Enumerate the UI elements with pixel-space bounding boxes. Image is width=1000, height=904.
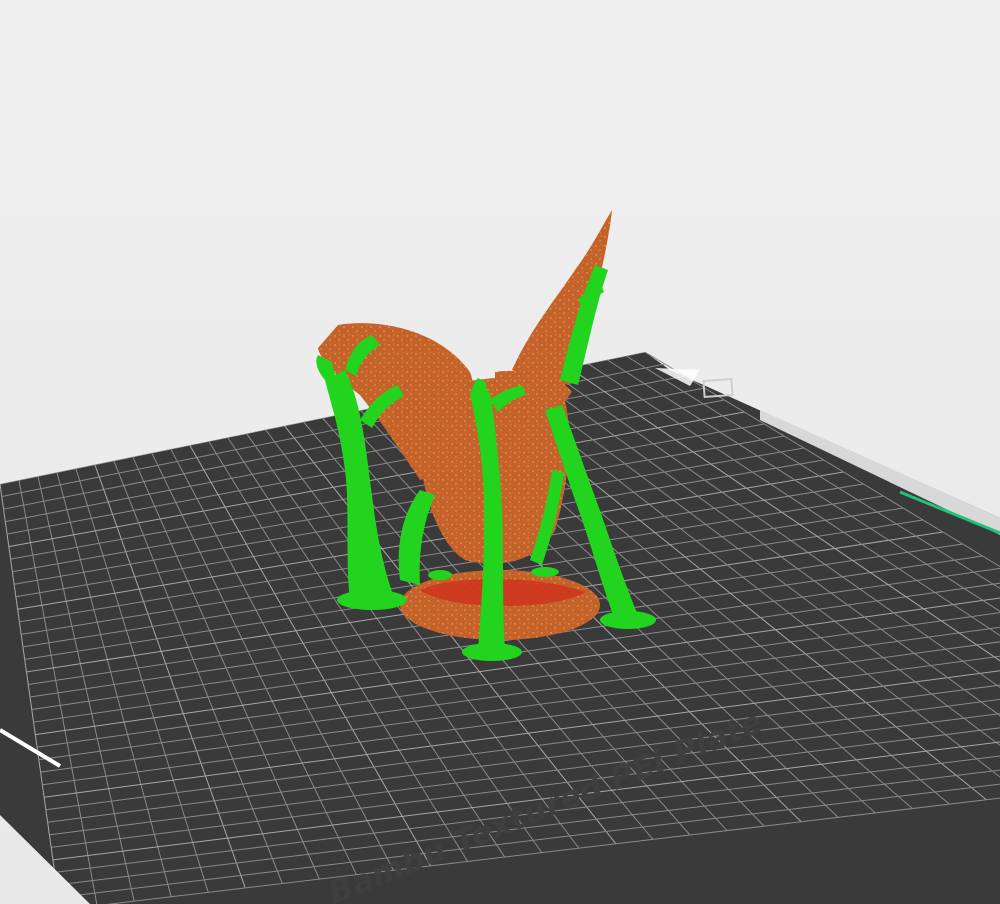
3d-viewport[interactable]: Bambu Textured PEI Plate bbox=[0, 0, 1000, 904]
support-center-foot bbox=[462, 643, 522, 661]
support-right-foot bbox=[600, 611, 656, 629]
support-base-nub-2 bbox=[531, 567, 559, 577]
scene-canvas[interactable]: Bambu Textured PEI Plate bbox=[0, 0, 1000, 904]
support-base-nub-1 bbox=[428, 570, 452, 580]
support-left-foot bbox=[337, 590, 407, 610]
